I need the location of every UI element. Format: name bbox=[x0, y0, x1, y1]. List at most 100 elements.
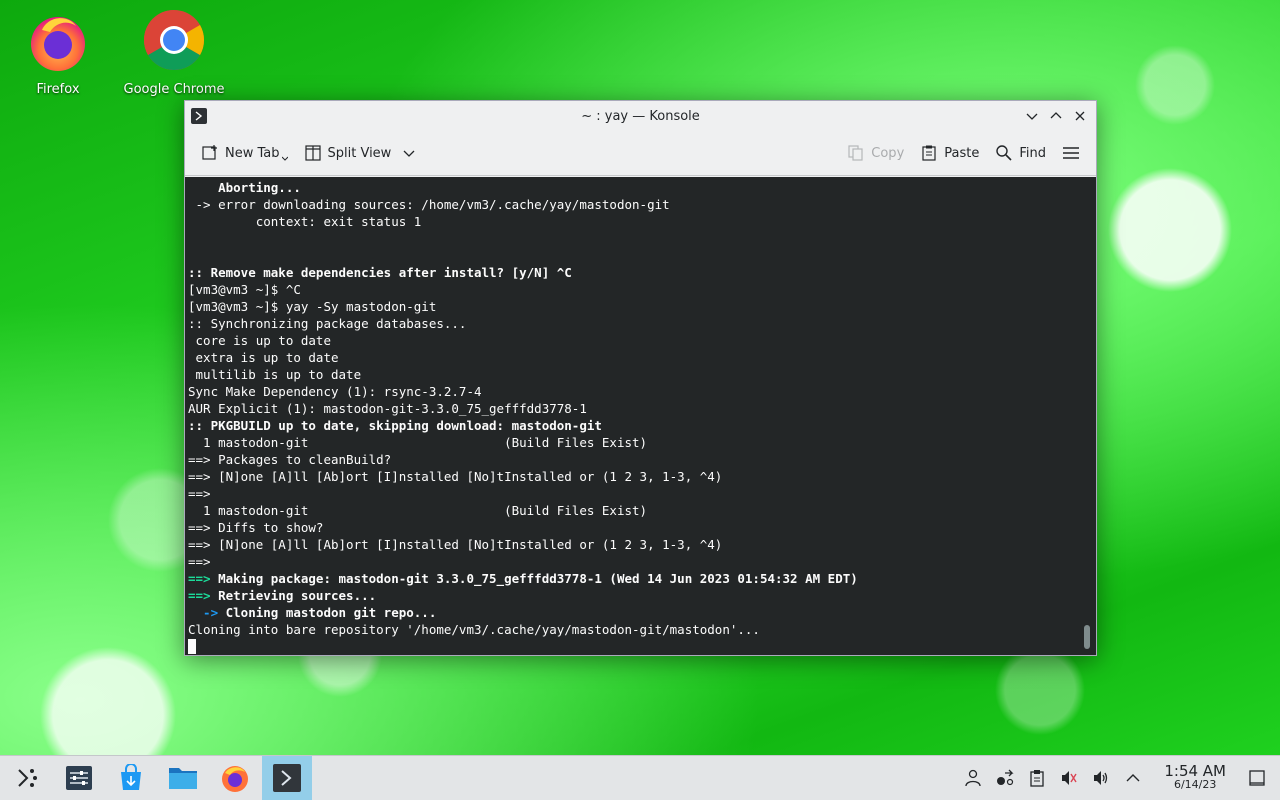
terminal-line: ==> bbox=[188, 485, 1096, 502]
paste-icon bbox=[922, 145, 936, 161]
terminal-line: Cloning into bare repository '/home/vm3/… bbox=[188, 621, 1096, 638]
network-muted-icon[interactable] bbox=[1060, 769, 1078, 787]
terminal-line-text: :: Synchronizing package databases... bbox=[188, 316, 467, 331]
taskbar-konsole[interactable] bbox=[262, 756, 312, 800]
terminal-line: :: PKGBUILD up to date, skipping downloa… bbox=[188, 417, 1096, 434]
launcher-icon bbox=[18, 769, 37, 787]
terminal-line: ==> Diffs to show? bbox=[188, 519, 1096, 536]
digital-clock[interactable]: 1:54 AM 6/14/23 bbox=[1164, 764, 1226, 792]
show-desktop-icon[interactable] bbox=[1248, 769, 1266, 787]
terminal-line: [vm3@vm3 ~]$ ^C bbox=[188, 281, 1096, 298]
desktop-icon-google-chrome[interactable]: Google Chrome bbox=[119, 8, 229, 97]
window-titlebar[interactable]: ~ : yay — Konsole bbox=[185, 101, 1096, 131]
copy-button[interactable]: Copy bbox=[839, 138, 912, 168]
terminal-line-text: extra is up to date bbox=[188, 350, 339, 365]
folder-icon bbox=[169, 768, 197, 789]
terminal-line: AUR Explicit (1): mastodon-git-3.3.0_75_… bbox=[188, 400, 1096, 417]
taskbar-firefox[interactable] bbox=[210, 756, 260, 800]
terminal-line: ==> [N]one [A]ll [Ab]ort [I]nstalled [No… bbox=[188, 468, 1096, 485]
konsole-window: ~ : yay — Konsole New Tab Split View Cop… bbox=[184, 100, 1097, 656]
terminal-line: -> Cloning mastodon git repo... bbox=[188, 604, 1096, 621]
close-icon bbox=[1075, 111, 1085, 121]
terminal-line-text: ==> [N]one [A]ll [Ab]ort [I]nstalled [No… bbox=[188, 469, 723, 484]
terminal-line-text: :: PKGBUILD up to date, skipping downloa… bbox=[188, 418, 602, 433]
hamburger-menu-button[interactable] bbox=[1054, 138, 1088, 168]
paste-button[interactable]: Paste bbox=[912, 138, 987, 168]
maximize-button[interactable] bbox=[1048, 108, 1064, 124]
terminal-line: -> error downloading sources: /home/vm3/… bbox=[188, 196, 1096, 213]
terminal-line-text: context: exit status 1 bbox=[188, 214, 422, 229]
terminal-line-text: ==> bbox=[188, 486, 211, 501]
terminal-line: 1 mastodon-git (Build Files Exist) bbox=[188, 502, 1096, 519]
clock-time: 1:54 AM bbox=[1164, 762, 1226, 780]
firefox-icon bbox=[31, 17, 85, 71]
application-launcher-button[interactable] bbox=[2, 756, 52, 800]
terminal-line-text: 1 mastodon-git (Build Files Exist) bbox=[188, 435, 648, 450]
paste-label: Paste bbox=[944, 145, 980, 161]
split-view-icon bbox=[304, 145, 321, 161]
discover-store-icon bbox=[121, 764, 141, 790]
terminal-view[interactable]: Aborting... -> error downloading sources… bbox=[185, 177, 1096, 655]
desktop-icon-firefox[interactable]: Firefox bbox=[3, 8, 113, 97]
terminal-line: ==> Making package: mastodon-git 3.3.0_7… bbox=[188, 570, 1096, 587]
terminal-line-text: Aborting... bbox=[188, 180, 301, 195]
taskbar-system-settings[interactable] bbox=[54, 756, 104, 800]
hamburger-menu-icon bbox=[1063, 147, 1079, 159]
terminal-line-text: 1 mastodon-git (Build Files Exist) bbox=[188, 503, 648, 518]
terminal-scrollbar[interactable] bbox=[1084, 625, 1090, 649]
split-view-button[interactable]: Split View bbox=[296, 138, 424, 168]
clipboard-icon[interactable] bbox=[1028, 769, 1046, 787]
terminal-line-text: :: Remove make dependencies after instal… bbox=[188, 265, 572, 280]
terminal-line-text: AUR Explicit (1): mastodon-git-3.3.0_75_… bbox=[188, 401, 587, 416]
terminal-line: core is up to date bbox=[188, 332, 1096, 349]
terminal-line: :: Synchronizing package databases... bbox=[188, 315, 1096, 332]
terminal-line: ==> Packages to cleanBuild? bbox=[188, 451, 1096, 468]
firefox-icon bbox=[222, 766, 248, 792]
terminal-line-text: Sync Make Dependency (1): rsync-3.2.7-4 bbox=[188, 384, 482, 399]
terminal-line-prefix: ==> bbox=[188, 588, 211, 603]
minimize-button[interactable] bbox=[1024, 108, 1040, 124]
taskbar-discover[interactable] bbox=[106, 756, 156, 800]
terminal-line: Aborting... bbox=[188, 179, 1096, 196]
terminal-line-prefix: ==> bbox=[188, 571, 211, 586]
new-tab-label: New Tab bbox=[225, 145, 280, 161]
new-tab-icon bbox=[202, 145, 217, 160]
taskbar-file-manager[interactable] bbox=[158, 756, 208, 800]
find-label: Find bbox=[1019, 145, 1046, 161]
kde-connect-icon[interactable] bbox=[996, 769, 1014, 787]
terminal-line: 1 mastodon-git (Build Files Exist) bbox=[188, 434, 1096, 451]
window-title: ~ : yay — Konsole bbox=[581, 108, 700, 124]
terminal-line: :: Remove make dependencies after instal… bbox=[188, 264, 1096, 281]
chrome-icon bbox=[143, 9, 205, 71]
terminal-line-text: ==> Packages to cleanBuild? bbox=[188, 452, 392, 467]
close-button[interactable] bbox=[1072, 108, 1088, 124]
user-switcher-icon[interactable] bbox=[964, 769, 982, 787]
terminal-output: Aborting... -> error downloading sources… bbox=[185, 177, 1096, 655]
terminal-line-text: multilib is up to date bbox=[188, 367, 362, 382]
terminal-line: context: exit status 1 bbox=[188, 213, 1096, 230]
terminal-line: ==> [N]one [A]ll [Ab]ort [I]nstalled [No… bbox=[188, 536, 1096, 553]
copy-icon bbox=[848, 145, 863, 161]
volume-icon[interactable] bbox=[1092, 769, 1110, 787]
terminal-line: multilib is up to date bbox=[188, 366, 1096, 383]
terminal-line-prefix: -> bbox=[188, 605, 219, 620]
new-tab-button[interactable]: New Tab bbox=[193, 138, 296, 168]
terminal-line-text: -> error downloading sources: /home/vm3/… bbox=[188, 197, 670, 212]
terminal-line-text: ==> Diffs to show? bbox=[188, 520, 324, 535]
terminal-line-text: Making package: mastodon-git 3.3.0_75_ge… bbox=[210, 571, 858, 586]
terminal-line-text: Cloning into bare repository '/home/vm3/… bbox=[188, 622, 760, 637]
konsole-app-icon[interactable] bbox=[191, 108, 207, 124]
terminal-line-text: [vm3@vm3 ~]$ yay -Sy mastodon-git bbox=[188, 299, 437, 314]
chevron-down-icon bbox=[403, 150, 415, 157]
konsole-toolbar: New Tab Split View Copy Paste Find bbox=[185, 131, 1096, 176]
terminal-line: Sync Make Dependency (1): rsync-3.2.7-4 bbox=[188, 383, 1096, 400]
find-button[interactable]: Find bbox=[987, 138, 1054, 168]
terminal-prompt-line bbox=[188, 638, 1096, 655]
desktop-icon-label: Firefox bbox=[36, 82, 80, 97]
chevron-down-icon bbox=[281, 156, 288, 161]
tray-expand-icon[interactable] bbox=[1124, 769, 1142, 787]
chevron-up-icon bbox=[1050, 112, 1062, 119]
terminal-line: ==> Retrieving sources... bbox=[188, 587, 1096, 604]
